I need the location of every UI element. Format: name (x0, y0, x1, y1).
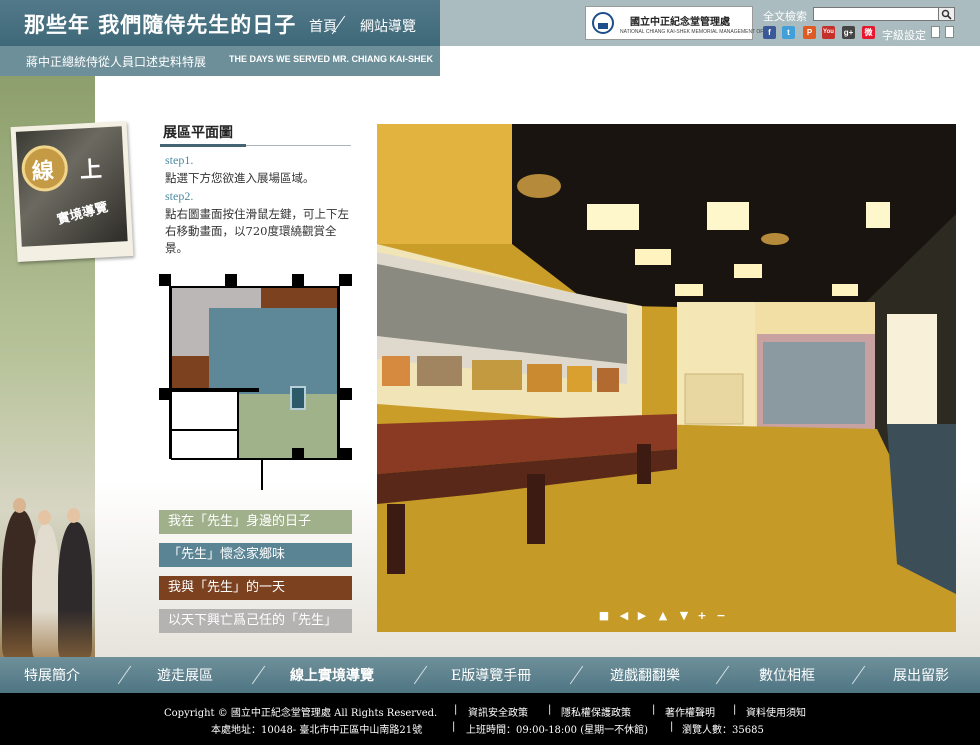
footer-link-copyright[interactable]: 著作權聲明 (665, 704, 715, 719)
footer-link-security[interactable]: 資訊安全政策 (468, 704, 528, 719)
heading-rule (246, 145, 351, 146)
step1-text: 點選下方您欲進入展場區域。 (165, 171, 315, 185)
twitter-icon[interactable]: t (782, 26, 795, 39)
zoom-in-icon[interactable]: + (695, 609, 709, 623)
org-name-en: NATIONAL CHIANG KAI-SHEK MEMORIAL MANAGE… (620, 29, 775, 35)
badge-char-line: 線 (31, 157, 55, 186)
badge-text: 實境導覽 (55, 199, 110, 228)
address-text: 本處地址：10048- 臺北市中正區中山南路21號 (211, 725, 423, 736)
nav-sitemap-link[interactable]: 網站導覽 (360, 16, 416, 36)
nav-walk-areas[interactable]: 遊走展區 (157, 665, 213, 685)
bottom-navigation: 特展簡介 遊走展區 線上實境導覽 E版導覽手冊 遊戲翻翻樂 數位相框 展出留影 (0, 657, 980, 693)
zone-button-national-duty[interactable]: 以天下興亡爲己任的「先生」 (159, 609, 352, 633)
step1-label: step1. (165, 153, 194, 167)
office-hours-text: 上班時間：09:00-18:00 (星期一不休館) (466, 725, 648, 736)
nav-e-handbook[interactable]: E版導覽手冊 (451, 665, 531, 685)
font-large-icon[interactable] (945, 26, 954, 38)
zoom-out-icon[interactable]: − (714, 609, 728, 623)
visitor-count: 瀏覽人數：35685 (682, 725, 764, 736)
kiosk-icon (290, 386, 306, 410)
copyright-text: Copyright © 國立中正紀念堂管理處 All Rights Reserv… (164, 708, 438, 719)
nav-divider (851, 665, 866, 685)
badge-char-up: 上 (79, 156, 103, 184)
nav-memory-game[interactable]: 遊戲翻翻樂 (610, 665, 680, 685)
footer-link-data-use[interactable]: 資料使用須知 (746, 704, 806, 719)
plurk-icon[interactable]: P (803, 26, 816, 39)
step2-label: step2. (165, 189, 194, 203)
site-title: 那些年 我們隨侍先生的日子 (24, 12, 297, 37)
search-icon (941, 9, 952, 20)
weibo-icon[interactable]: 微 (862, 26, 875, 39)
site-subtitle-en: THE DAYS WE SERVED MR. CHIANG KAI-SHEK (229, 54, 434, 64)
memorial-emblem-icon (592, 12, 614, 34)
floor-plan-room-small-brown[interactable] (171, 356, 209, 388)
step2-text: 點右圖畫面按住滑鼠左鍵，可上下左右移動畫面，以720度環繞觀賞全景。 (165, 207, 349, 255)
floor-plan-heading: 展區平面圖 (163, 125, 233, 141)
site-subtitle-zh: 蔣中正總統侍從人員口述史料特展 (26, 55, 207, 69)
org-name: 國立中正紀念堂管理處 (630, 17, 730, 28)
badge-photo: 線 上 實境導覽 (15, 126, 128, 247)
font-size-label: 字級設定 (882, 30, 926, 42)
nav-exhibit-photos[interactable]: 展出留影 (893, 665, 949, 685)
floor-plan-map (159, 274, 352, 490)
arrow-up-icon[interactable]: ▲ (656, 609, 670, 623)
floor-plan-room-blue[interactable] (209, 308, 338, 398)
zone-button-hometown-flavor[interactable]: 「先生」懷念家鄉味 (159, 543, 352, 567)
attendants-group-photo (0, 490, 95, 657)
nav-divider (413, 665, 428, 685)
nav-divider (569, 665, 584, 685)
footer: Copyright © 國立中正紀念堂管理處 All Rights Reserv… (0, 693, 980, 745)
arrow-right-icon[interactable]: ▶ (635, 609, 649, 623)
nav-divider (117, 665, 132, 685)
arrow-down-icon[interactable]: ▼ (677, 609, 691, 623)
stop-icon[interactable]: ■ (597, 609, 611, 623)
arrow-left-icon[interactable]: ◀ (617, 609, 631, 623)
zone-button-one-day[interactable]: 我與「先生」的一天 (159, 576, 352, 600)
zone-button-days-beside[interactable]: 我在「先生」身邊的日子 (159, 510, 352, 534)
nav-divider (715, 665, 730, 685)
nav-digital-frame[interactable]: 數位相框 (759, 665, 815, 685)
nav-divider (251, 665, 266, 685)
youtube-icon[interactable]: You (822, 26, 835, 39)
search-input[interactable] (813, 7, 939, 21)
google-plus-icon[interactable]: g+ (842, 26, 855, 39)
font-small-icon[interactable] (931, 26, 940, 38)
floor-plan-room-green[interactable] (239, 394, 338, 459)
online-tour-badge: 線 上 實境導覽 (10, 121, 134, 262)
site-banner: 那些年 我們隨侍先生的日子 首頁 網站導覽 (0, 0, 440, 46)
exhibition-hall-panorama-image (377, 124, 956, 632)
facebook-icon[interactable]: f (763, 26, 776, 39)
management-office-logo[interactable]: 國立中正紀念堂管理處 NATIONAL CHIANG KAI-SHEK MEMO… (585, 6, 775, 40)
search-label: 全文檢索 (763, 11, 807, 23)
footer-link-privacy[interactable]: 隱私權保護政策 (561, 704, 631, 719)
panorama-viewer[interactable] (377, 124, 956, 632)
search-button[interactable] (939, 7, 955, 21)
heading-underline (160, 144, 246, 147)
nav-online-tour[interactable]: 線上實境導覽 (290, 665, 374, 685)
site-subtitle-bar: 蔣中正總統侍從人員口述史料特展 THE DAYS WE SERVED MR. C… (0, 46, 440, 76)
nav-exhibition-intro[interactable]: 特展簡介 (24, 665, 80, 685)
